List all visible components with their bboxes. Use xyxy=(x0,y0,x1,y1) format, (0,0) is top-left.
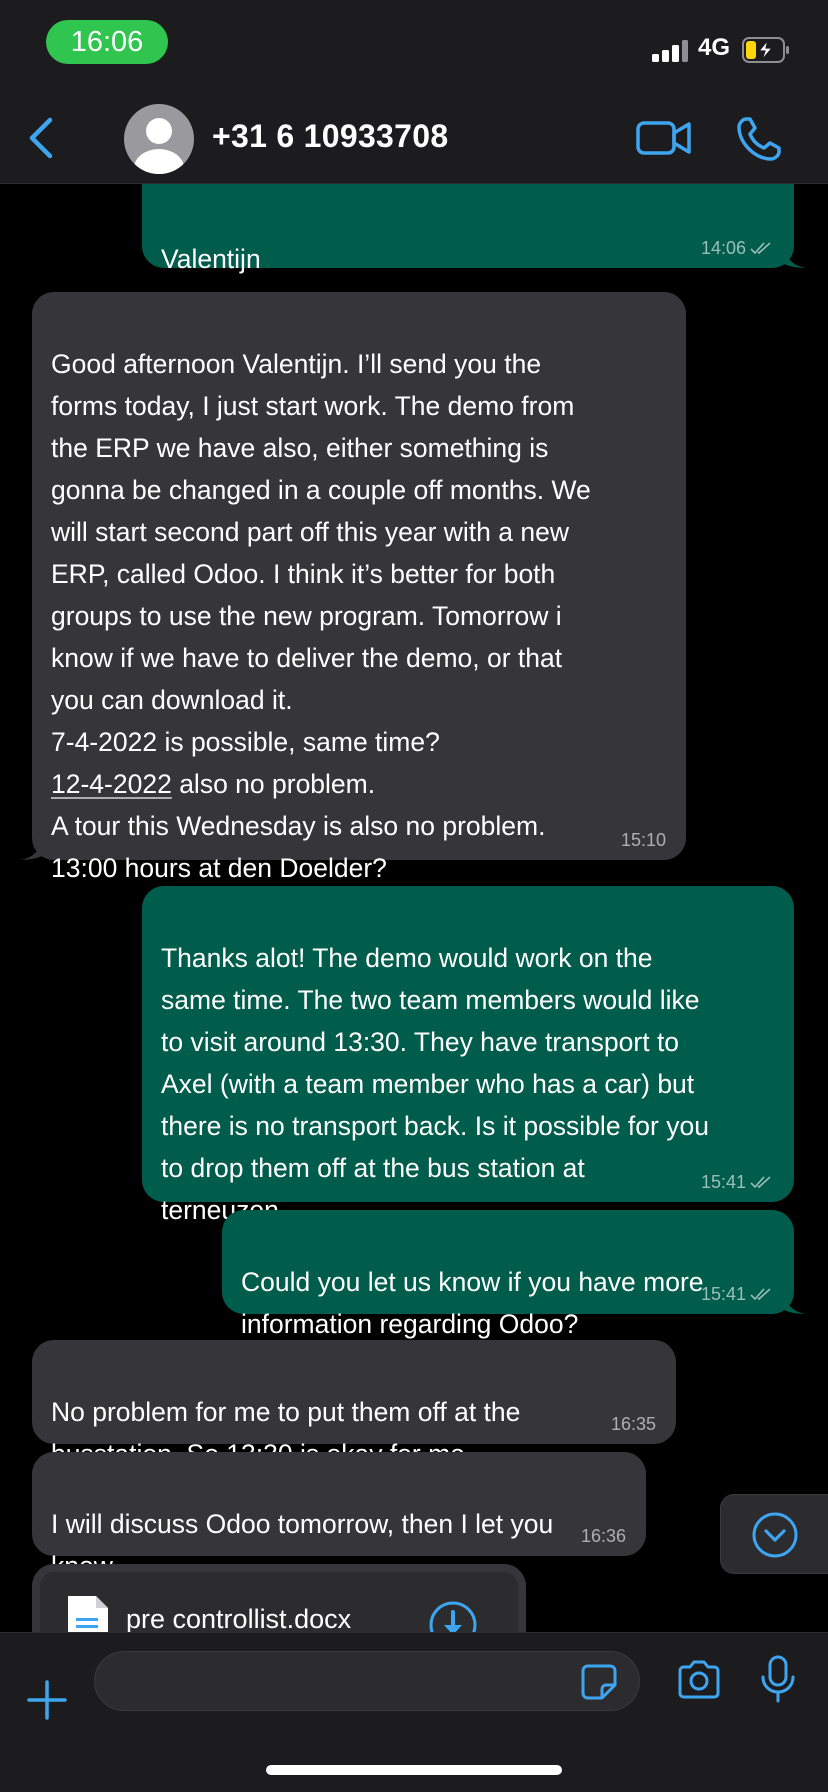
message-time: 15:10 xyxy=(620,830,666,850)
plus-icon[interactable] xyxy=(26,1679,68,1721)
message-meta: 15:41 xyxy=(701,1172,774,1192)
status-time: 16:06 xyxy=(46,20,168,64)
message-meta: 15:41 xyxy=(701,1284,774,1304)
document-icon xyxy=(68,1596,108,1632)
message-text: Valentijn xyxy=(161,244,261,274)
camera-icon[interactable] xyxy=(676,1659,722,1701)
double-check-icon xyxy=(750,1176,771,1189)
document-message[interactable]: pre controllist.docx xyxy=(32,1564,526,1632)
message-meta: 16:36 xyxy=(581,1526,626,1546)
composer-bar xyxy=(0,1632,828,1792)
home-indicator[interactable] xyxy=(266,1765,562,1775)
message-bubble-outgoing[interactable]: Could you let us know if you have more i… xyxy=(222,1210,806,1339)
status-bar: 16:06 4G xyxy=(0,0,828,92)
message-text: Good afternoon Valentijn. I’ll send you … xyxy=(51,349,591,883)
document-file-name: pre controllist.docx xyxy=(126,1604,352,1632)
contact-name[interactable]: +31 6 10933708 xyxy=(212,118,448,155)
avatar[interactable] xyxy=(124,104,194,174)
bubble-tail xyxy=(784,250,806,268)
message-text: Thanks alot! The demo would work on the … xyxy=(161,943,709,1225)
message-meta: 14:06 xyxy=(701,238,774,258)
chevron-left-icon[interactable] xyxy=(22,114,62,162)
sticker-icon[interactable] xyxy=(580,1663,618,1701)
document-attachment[interactable]: pre controllist.docx xyxy=(40,1572,518,1632)
microphone-icon[interactable] xyxy=(760,1655,796,1703)
default-avatar-icon xyxy=(134,118,184,174)
message-meta: 15:10 xyxy=(621,830,666,850)
message-time: 15:41 xyxy=(700,1172,746,1192)
message-bubble-incoming[interactable]: Good afternoon Valentijn. I’ll send you … xyxy=(20,292,686,883)
chat-header: +31 6 10933708 xyxy=(0,92,828,184)
phone-icon[interactable] xyxy=(736,116,782,162)
scroll-to-bottom-button[interactable] xyxy=(720,1494,828,1574)
double-check-icon xyxy=(750,242,771,255)
message-bubble-outgoing[interactable]: Thanks alot! The demo would work on the … xyxy=(142,886,794,1225)
message-meta: 16:35 xyxy=(611,1414,656,1434)
message-bubble-incoming[interactable]: I will discuss Odoo tomorrow, then I let… xyxy=(32,1452,646,1581)
message-time: 14:06 xyxy=(700,238,746,258)
double-check-icon xyxy=(750,1288,771,1301)
message-time: 16:36 xyxy=(580,1526,626,1546)
signal-strength-icon xyxy=(652,40,688,62)
message-text: Could you let us know if you have more i… xyxy=(241,1267,704,1339)
message-list[interactable]: Valentijn 14:06 Good afternoon Valentijn… xyxy=(0,184,828,1632)
message-bubble-incoming[interactable]: No problem for me to put them off at the… xyxy=(32,1340,676,1469)
download-icon[interactable] xyxy=(428,1600,478,1632)
message-input[interactable] xyxy=(94,1651,640,1711)
bubble-tail xyxy=(784,1296,806,1314)
battery-icon xyxy=(742,37,789,63)
bubble-tail xyxy=(20,842,42,860)
date-link[interactable]: 12-4-2022 xyxy=(51,769,172,799)
message-time: 16:35 xyxy=(610,1414,656,1434)
video-camera-icon[interactable] xyxy=(636,118,692,158)
chevron-down-icon xyxy=(752,1512,798,1558)
network-type: 4G xyxy=(698,34,731,61)
message-time: 15:41 xyxy=(700,1284,746,1304)
message-bubble-outgoing[interactable]: Valentijn 14:06 xyxy=(142,184,806,274)
